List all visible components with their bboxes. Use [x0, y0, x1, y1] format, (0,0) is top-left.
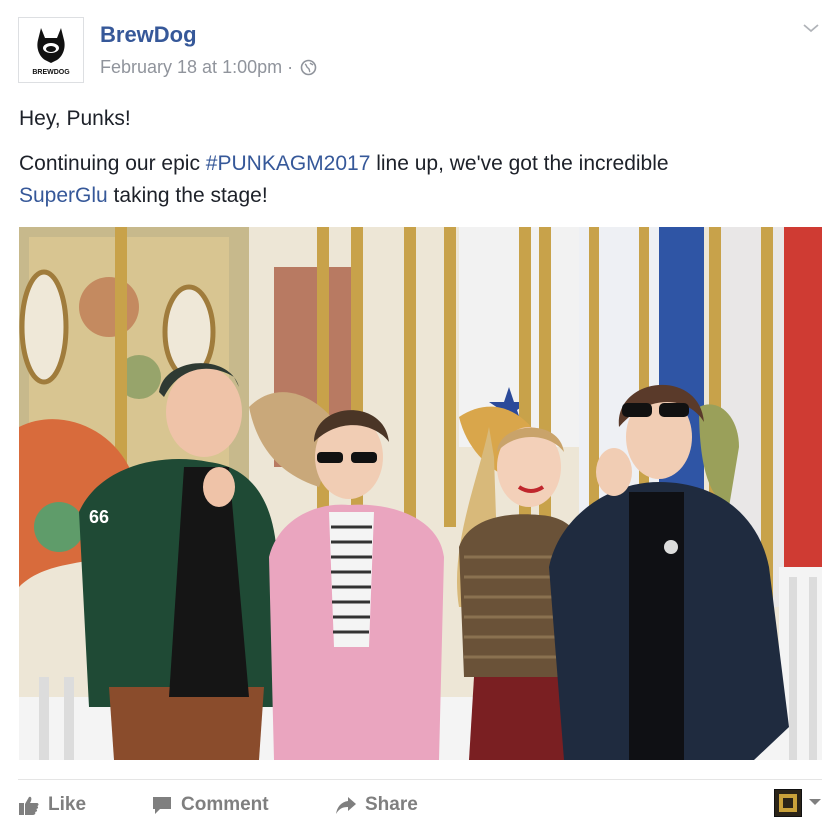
brewdog-logo: BREWDOG	[32, 28, 70, 76]
jacket-number: 66	[89, 507, 109, 527]
photo-illustration: 66	[19, 227, 822, 760]
comment-bubble-icon	[151, 794, 173, 816]
post-photo[interactable]: 66	[19, 227, 822, 760]
globe-icon[interactable]	[300, 59, 317, 81]
chevron-down-icon[interactable]	[801, 20, 821, 36]
post-meta: February 18 at 1:00pm ·	[100, 57, 317, 81]
post-text-suffix: line up, we've got the incredible	[370, 152, 669, 175]
logo-text: BREWDOG	[32, 69, 70, 76]
meta-separator: ·	[287, 57, 294, 77]
post-actions-bar: Like Comment Share	[18, 779, 822, 837]
chevron-down-icon	[808, 794, 822, 812]
post-text-end: taking the stage!	[107, 184, 268, 207]
post-timestamp[interactable]: February 18 at 1:00pm	[100, 57, 282, 77]
post-text-line1: Hey, Punks!	[19, 107, 131, 130]
facebook-post: BREWDOG BrewDog February 18 at 1:00pm · …	[0, 0, 839, 836]
hashtag-link[interactable]: #PUNKAGM2017	[206, 152, 371, 175]
page-voice-avatar	[774, 789, 802, 817]
comment-label: Comment	[181, 794, 269, 815]
comment-button[interactable]: Comment	[151, 794, 269, 816]
page-avatar[interactable]: BREWDOG	[18, 17, 84, 83]
like-button[interactable]: Like	[18, 794, 86, 816]
share-label: Share	[365, 794, 418, 815]
page-voice-selector[interactable]	[774, 789, 822, 817]
thumbs-up-icon	[18, 794, 40, 816]
post-text-prefix: Continuing our epic	[19, 152, 206, 175]
share-arrow-icon	[335, 794, 357, 816]
post-text-body: Continuing our epic #PUNKAGM2017 line up…	[19, 148, 809, 212]
like-label: Like	[48, 794, 87, 815]
mention-link[interactable]: SuperGlu	[19, 184, 108, 207]
share-button[interactable]: Share	[335, 794, 418, 816]
author-name[interactable]: BrewDog	[100, 22, 197, 48]
